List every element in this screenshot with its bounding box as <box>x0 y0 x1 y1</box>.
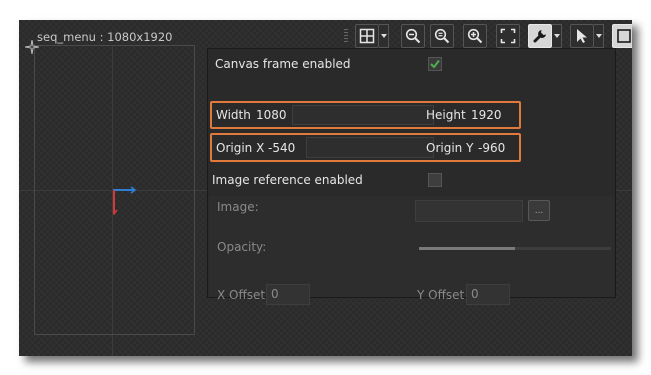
origin-x-field-bg <box>306 137 434 158</box>
frame-settings-button[interactable] <box>612 24 632 48</box>
fit-to-screen-icon <box>500 28 516 44</box>
canvas-frame-enabled-label: Canvas frame enabled <box>215 57 351 71</box>
zoom-out-icon <box>405 28 421 44</box>
origin-x-input[interactable]: -540 <box>268 141 295 155</box>
width-field-bg <box>292 105 434 125</box>
canvas-name-label: seq_menu : 1080x1920 <box>37 30 173 44</box>
origin-y-label: Origin Y <box>426 141 474 155</box>
grid-button[interactable] <box>355 24 379 48</box>
pointer-icon <box>577 29 587 43</box>
y-offset-label: Y Offset <box>417 288 465 302</box>
chevron-down-icon <box>553 34 560 38</box>
canvas-frame-checkbox[interactable] <box>428 57 442 71</box>
zoom-in-icon <box>467 28 483 44</box>
height-input[interactable]: 1920 <box>471 108 502 122</box>
zoom-out-button[interactable] <box>401 24 425 48</box>
image-reference-enabled-label: Image reference enabled <box>212 173 363 187</box>
origin-axis-icon <box>113 186 137 216</box>
zoom-reset-button[interactable] <box>430 24 454 48</box>
x-offset-label: X Offset <box>217 288 266 302</box>
width-label: Width <box>216 108 251 122</box>
settings-dropdown[interactable] <box>552 24 562 48</box>
browse-image-button[interactable]: ... <box>528 200 550 221</box>
toolbar-grip-icon[interactable] <box>344 27 348 45</box>
grid-dropdown[interactable] <box>379 24 389 48</box>
pointer-dropdown[interactable] <box>594 24 604 48</box>
origin-x-label: Origin X <box>216 141 265 155</box>
zoom-in-button[interactable] <box>463 24 487 48</box>
settings-button[interactable] <box>528 24 552 48</box>
fit-to-screen-button[interactable] <box>496 24 520 48</box>
room-editor-window: seq_menu : 1080x1920 Canvas frame enable… <box>19 20 632 356</box>
x-offset-input[interactable]: 0 <box>266 284 310 305</box>
chevron-down-icon <box>595 34 602 38</box>
canvas-settings-panel: Canvas frame enabled Width 1080 Height 1… <box>207 48 616 305</box>
opacity-slider-fill <box>419 247 515 250</box>
wrench-icon <box>533 30 546 43</box>
origin-y-input[interactable]: -960 <box>478 141 505 155</box>
checkmark-icon <box>430 59 440 69</box>
image-reference-checkbox[interactable] <box>428 173 442 187</box>
width-input[interactable]: 1080 <box>256 108 287 122</box>
height-label: Height <box>426 108 466 122</box>
chevron-down-icon <box>380 34 387 38</box>
y-offset-input[interactable]: 0 <box>466 284 510 305</box>
opacity-label: Opacity: <box>217 240 267 254</box>
grid-icon <box>359 28 375 44</box>
image-label: Image: <box>217 200 259 214</box>
image-path-input[interactable] <box>415 200 523 222</box>
zoom-reset-icon <box>434 28 450 44</box>
frame-icon <box>617 29 631 43</box>
pointer-tool-button[interactable] <box>570 24 594 48</box>
